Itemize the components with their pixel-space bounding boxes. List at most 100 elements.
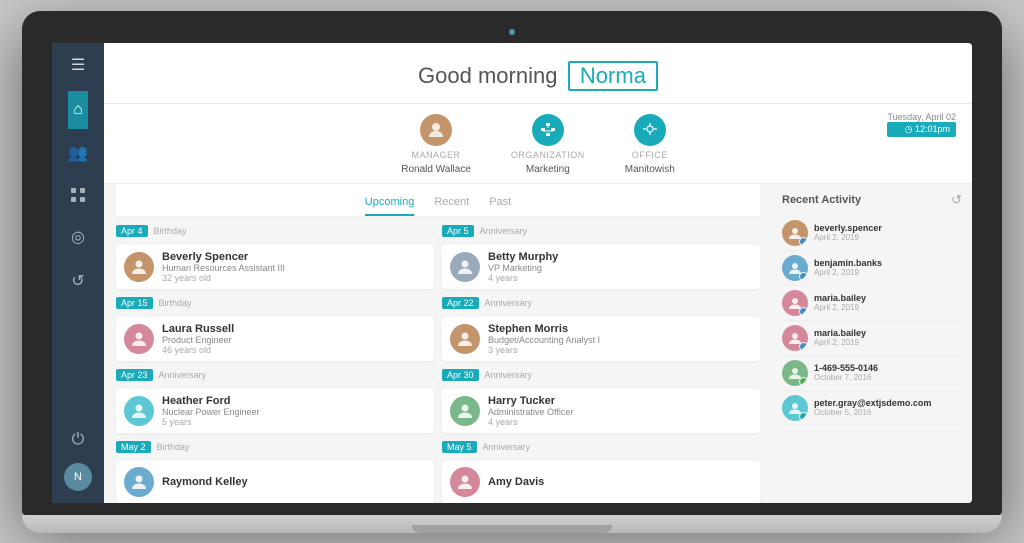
event-type-badge: Anniversary [480,226,528,236]
power-icon[interactable]: ⏻ [64,421,92,459]
activity-info: 1-469-555-0146 October 7, 2016 [814,363,962,382]
activity-indicator [799,412,808,421]
tab-upcoming[interactable]: Upcoming [365,192,415,216]
event-name: Harry Tucker [488,395,752,407]
event-card[interactable]: Amy Davis [442,461,760,503]
activity-avatar [782,360,808,386]
activity-info: maria.bailey April 2, 2019 [814,328,962,347]
activity-info: benjamin.banks April 2, 2019 [814,258,962,277]
tabs-bar: Upcoming Recent Past [116,184,760,217]
activity-avatar [782,290,808,316]
sidebar-item-home[interactable]: ⌂ [68,91,88,129]
sidebar-item-refresh[interactable]: ↺ [68,261,88,301]
date-text: Tuesday, April 02 [887,112,956,122]
activity-username: benjamin.banks [814,258,962,268]
event-card[interactable]: Heather Ford Nuclear Power Engineer 5 ye… [116,389,434,433]
menu-icon[interactable]: ☰ [71,55,85,75]
event-title: Administrative Officer [488,407,752,417]
activity-avatar [782,395,808,421]
activity-title: Recent Activity [782,194,861,206]
activity-item[interactable]: maria.bailey April 2, 2019 [782,321,962,356]
content-area: Upcoming Recent Past Apr 4 Birthday Beve… [104,184,972,503]
activity-info: beverly.spencer April 2, 2019 [814,223,962,242]
office-info: OFFICE Manitowish [625,114,675,175]
sidebar-item-globe[interactable]: ◎ [68,217,88,257]
activity-refresh-icon[interactable]: ↺ [951,192,962,208]
office-label: OFFICE [632,150,668,160]
event-card[interactable]: Stephen Morris Budget/Accounting Analyst… [442,317,760,361]
activity-item[interactable]: benjamin.banks April 2, 2019 [782,251,962,286]
event-title: Product Engineer [162,335,426,345]
event-type-badge: Anniversary [485,298,533,308]
activity-date: April 2, 2019 [814,233,962,242]
event-card[interactable]: Laura Russell Product Engineer 46 years … [116,317,434,361]
greeting-prefix: Good morning [418,63,557,88]
info-bar: MANAGER Ronald Wallace [104,104,972,184]
activity-date: October 5, 2016 [814,408,962,417]
event-type-badge: Anniversary [483,442,531,452]
office-icon-circle [634,114,666,146]
event-avatar [124,396,154,426]
activity-indicator [799,342,808,351]
sidebar-item-org[interactable] [68,177,88,213]
user-avatar[interactable]: N [64,463,92,491]
event-name: Heather Ford [162,395,426,407]
activity-indicator [799,377,808,386]
activity-username: maria.bailey [814,293,962,303]
event-date-badge: May 2 [116,441,151,453]
activity-list: beverly.spencer April 2, 2019 benjamin.b… [782,216,962,426]
event-group-header: Apr 15 Birthday [116,297,434,309]
sidebar-nav: ⌂ 👥 ◎ ↺ [68,91,88,421]
event-info: Stephen Morris Budget/Accounting Analyst… [488,323,752,355]
activity-avatar [782,220,808,246]
activity-panel: Recent Activity ↺ beverly.spencer April … [772,184,972,503]
event-title: Human Resources Assistant III [162,263,426,273]
event-card[interactable]: Harry Tucker Administrative Officer 4 ye… [442,389,760,433]
event-group-header: Apr 5 Anniversary [442,225,760,237]
event-card[interactable]: Betty Murphy VP Marketing 4 years [442,245,760,289]
event-card[interactable]: Beverly Spencer Human Resources Assistan… [116,245,434,289]
events-left-col: Apr 4 Birthday Beverly Spencer Human Res… [116,225,434,503]
tab-past[interactable]: Past [489,192,511,216]
event-group-header: May 5 Anniversary [442,441,760,453]
event-name: Betty Murphy [488,251,752,263]
event-avatar [124,324,154,354]
event-name: Raymond Kelley [162,476,426,488]
event-date-badge: Apr 30 [442,369,479,381]
manager-avatar [420,114,452,146]
laptop-frame: ☰ ⌂ 👥 ◎ ↺ ⏻ [22,11,1002,533]
time-badge: ◷ 12:01pm [887,122,956,137]
event-name: Amy Davis [488,476,752,488]
activity-username: beverly.spencer [814,223,962,233]
activity-username: peter.gray@extjsdemo.com [814,398,962,408]
event-title: VP Marketing [488,263,752,273]
events-columns: Apr 4 Birthday Beverly Spencer Human Res… [116,225,760,503]
event-info: Harry Tucker Administrative Officer 4 ye… [488,395,752,427]
main-content: Good morning Norma MANAGER Ronald Wal [104,43,972,503]
activity-item[interactable]: 1-469-555-0146 October 7, 2016 [782,356,962,391]
activity-date: April 2, 2019 [814,303,962,312]
event-avatar [450,467,480,497]
event-info: Amy Davis [488,476,752,488]
activity-item[interactable]: beverly.spencer April 2, 2019 [782,216,962,251]
camera-dot [509,29,515,35]
activity-indicator [799,237,808,246]
activity-item[interactable]: maria.bailey April 2, 2019 [782,286,962,321]
event-group-header: Apr 23 Anniversary [116,369,434,381]
org-info: ORGANIZATION Marketing [511,114,585,175]
events-right-col: Apr 5 Anniversary Betty Murphy VP Market… [442,225,760,503]
org-name: Marketing [526,164,570,175]
event-info: Raymond Kelley [162,476,426,488]
tab-recent[interactable]: Recent [434,192,469,216]
event-card[interactable]: Raymond Kelley [116,461,434,503]
event-info: Heather Ford Nuclear Power Engineer 5 ye… [162,395,426,427]
sidebar-item-people[interactable]: 👥 [68,133,88,173]
activity-indicator [799,272,808,281]
event-group-header: Apr 4 Birthday [116,225,434,237]
event-info: Beverly Spencer Human Resources Assistan… [162,251,426,283]
org-label: ORGANIZATION [511,150,585,160]
screen: ☰ ⌂ 👥 ◎ ↺ ⏻ [52,43,972,503]
sidebar-bottom: ⏻ N [64,421,92,491]
activity-item[interactable]: peter.gray@extjsdemo.com October 5, 2016 [782,391,962,426]
event-title: Budget/Accounting Analyst I [488,335,752,345]
